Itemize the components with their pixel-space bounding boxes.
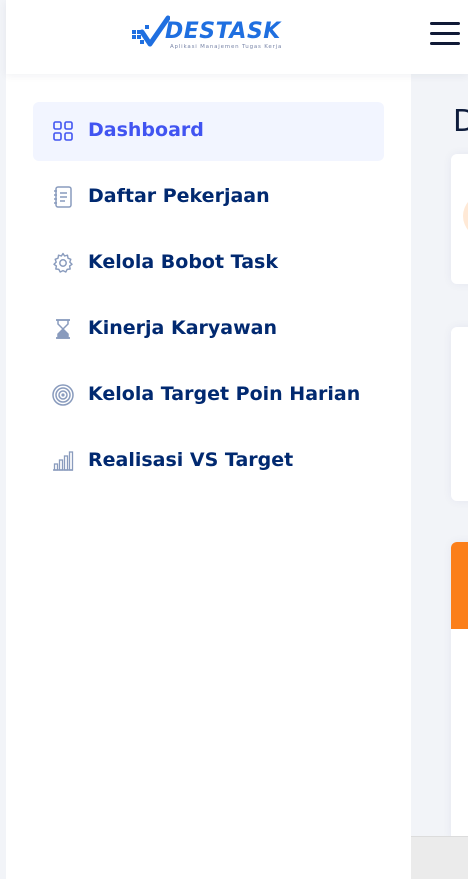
card-icon-circle (463, 194, 468, 238)
sidebar-nav: Dashboard Daftar Pekerjaan Kelola Bobot … (6, 74, 411, 879)
sidebar-item-label: Kelola Target Poin Harian (88, 383, 361, 405)
sidebar-item-daftar-pekerjaan[interactable]: Daftar Pekerjaan (33, 168, 384, 227)
main-content: D (411, 74, 468, 879)
hamburger-menu-button[interactable] (430, 19, 462, 47)
sidebar-item-label: Dashboard (88, 119, 204, 141)
sidebar-item-label: Kinerja Karyawan (88, 317, 277, 339)
logo-subtitle: Aplikasi Manajemen Tugas Kerja (170, 44, 283, 50)
summary-card (451, 154, 468, 284)
hamburger-line (430, 42, 460, 45)
page-footer (411, 836, 468, 879)
logo-wordmark: DESTASK (165, 19, 281, 44)
report-card (451, 542, 468, 842)
sidebar-item-kelola-bobot-task[interactable]: Kelola Bobot Task (33, 234, 384, 293)
gear-icon (53, 252, 73, 273)
target-icon (52, 384, 74, 406)
sidebar-item-label: Daftar Pekerjaan (88, 185, 270, 207)
summary-card (451, 327, 468, 501)
hamburger-icon (430, 22, 460, 25)
card-header-bar (451, 542, 468, 629)
grid-icon (53, 121, 73, 141)
sidebar-item-dashboard[interactable]: Dashboard (33, 102, 384, 161)
page-title: D (453, 104, 468, 139)
sidebar-item-label: Realisasi VS Target (88, 449, 294, 471)
hamburger-line (430, 32, 460, 35)
bar-chart-icon (53, 451, 74, 471)
sidebar-item-realisasi-vs-target[interactable]: Realisasi VS Target (33, 432, 384, 491)
top-header: DESTASK Aplikasi Manajemen Tugas Kerja (6, 0, 468, 74)
sidebar-item-label: Kelola Bobot Task (88, 251, 278, 273)
sidebar-item-kinerja-karyawan[interactable]: Kinerja Karyawan (33, 300, 384, 359)
logo-check-icon (132, 15, 170, 47)
app-logo[interactable]: DESTASK Aplikasi Manajemen Tugas Kerja (130, 14, 300, 56)
journal-icon (54, 186, 72, 208)
sidebar-item-kelola-target-poin-harian[interactable]: Kelola Target Poin Harian (33, 366, 384, 425)
hourglass-icon (56, 319, 70, 339)
